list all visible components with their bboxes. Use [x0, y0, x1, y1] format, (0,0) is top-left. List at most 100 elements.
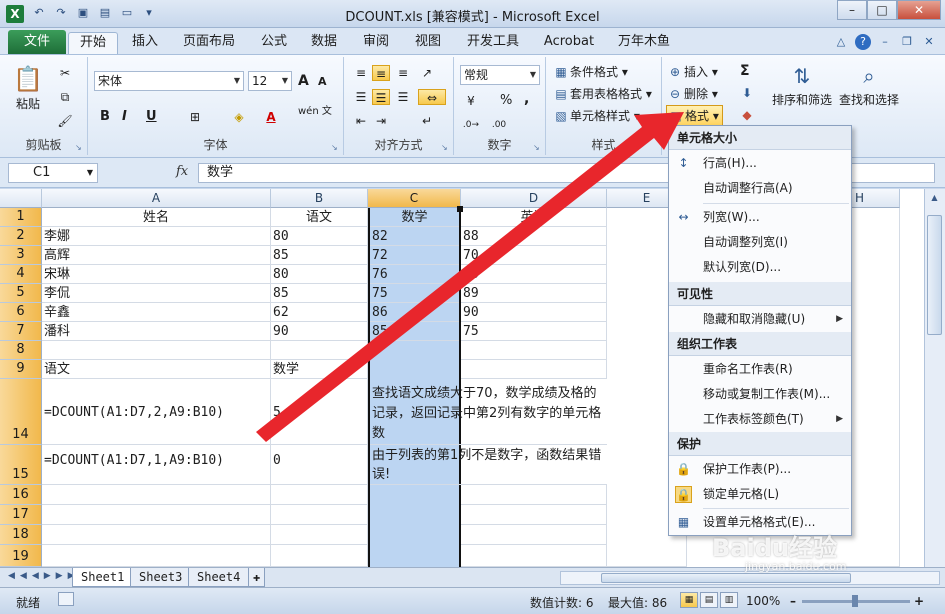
find-select-button[interactable]: ⌕ 查找和选择 [834, 61, 904, 108]
cell-b4[interactable]: 80 [271, 265, 368, 284]
grow-font-button[interactable]: A [298, 73, 309, 89]
increase-decimal-icon[interactable]: .0→ [462, 117, 480, 133]
percent-button[interactable]: % [500, 93, 512, 108]
column-header-d[interactable]: D [461, 189, 607, 208]
cell-d6[interactable]: 90 [461, 303, 607, 322]
cell-c7[interactable]: 85 [370, 322, 459, 341]
name-box[interactable]: C1 ▼ [8, 163, 98, 183]
horizontal-scrollbar[interactable] [560, 571, 940, 585]
fill-color-icon[interactable]: ◈ [230, 109, 248, 125]
sort-filter-button[interactable]: ⇅ 排序和筛选 [770, 61, 834, 108]
conditional-format-button[interactable]: ▦ 条件格式 ▾ [552, 63, 628, 80]
scroll-up-icon[interactable]: ▲ [927, 193, 942, 207]
tab-view[interactable]: 视图 [408, 32, 448, 54]
cell-b18[interactable] [271, 525, 368, 545]
cell-b6[interactable]: 62 [271, 303, 368, 322]
tab-data[interactable]: 数据 [304, 32, 344, 54]
cell-a1[interactable]: 姓名 [42, 208, 271, 227]
cell-d5[interactable]: 89 [461, 284, 607, 303]
cell-a2[interactable]: 李娜 [42, 227, 271, 246]
cell-d19[interactable] [461, 545, 607, 567]
comma-button[interactable]: , [524, 91, 529, 107]
cell-c14[interactable]: 查找语文成绩大于70，数学成绩及格的记录，返回记录中第2列有数字的单元格数 [370, 383, 607, 445]
tab-review[interactable]: 审阅 [356, 32, 396, 54]
minimize-button[interactable]: – [837, 0, 867, 20]
menu-item-tab-color[interactable]: 工作表标签颜色(T) ▶ [669, 407, 851, 432]
paste-button[interactable]: 📋 粘贴 [10, 63, 46, 117]
cell-d3[interactable]: 70 [461, 246, 607, 265]
doc-restore-icon[interactable]: ❐ [899, 34, 915, 50]
cell-c5[interactable]: 75 [370, 284, 459, 303]
cell-c4[interactable]: 76 [370, 265, 459, 284]
row-header-2[interactable]: 2 [0, 227, 42, 246]
cut-icon[interactable]: ✂ [56, 65, 74, 81]
menu-item-lock-cell[interactable]: 🔒 锁定单元格(L) [669, 482, 851, 507]
cell-a14[interactable]: =DCOUNT(A1:D7,2,A9:B10) [42, 379, 271, 445]
cell-b9[interactable]: 数学 [271, 360, 368, 379]
tab-wannian-muyu[interactable]: 万年木鱼 [612, 32, 676, 54]
align-top-icon[interactable]: ≡ [352, 65, 370, 81]
tab-developer[interactable]: 开发工具 [460, 32, 526, 54]
cell-c6[interactable]: 86 [370, 303, 459, 322]
row-header-4[interactable]: 4 [0, 265, 42, 284]
cell-a19[interactable] [42, 545, 271, 567]
borders-icon[interactable]: ⊞ [186, 109, 204, 125]
orientation-icon[interactable]: ↗ [418, 65, 436, 81]
doc-minimize-icon[interactable]: – [877, 34, 893, 50]
align-bottom-icon[interactable]: ≡ [394, 65, 412, 81]
cell-d2[interactable]: 88 [461, 227, 607, 246]
new-file-icon[interactable]: ▤ [96, 4, 114, 22]
cell-styles-button[interactable]: ▧ 单元格样式 ▾ [552, 107, 640, 124]
copy-icon[interactable]: ⧉ [56, 89, 74, 105]
merge-center-icon[interactable]: ⇔ [418, 89, 446, 105]
row-header-19[interactable]: 19 [0, 545, 42, 567]
align-middle-icon[interactable]: ≡ [372, 65, 390, 81]
tab-insert[interactable]: 插入 [124, 32, 166, 54]
cell-d9[interactable] [461, 360, 607, 379]
zoom-level[interactable]: 100% [746, 594, 780, 608]
customize-qat-icon[interactable]: ▾ [140, 4, 158, 22]
cell-b5[interactable]: 85 [271, 284, 368, 303]
cell-a7[interactable]: 潘科 [42, 322, 271, 341]
redo-icon[interactable]: ↷ [52, 4, 70, 22]
delete-button[interactable]: ⊖ 删除 ▾ [666, 85, 718, 102]
tab-home[interactable]: 开始 [68, 32, 118, 54]
sheet-tab-sheet4[interactable]: Sheet4 [188, 568, 250, 587]
insert-function-button[interactable]: fx [176, 164, 188, 179]
cell-b14[interactable]: 5 [271, 379, 368, 445]
page-break-view-icon[interactable]: ▥ [720, 592, 738, 608]
row-header-18[interactable]: 18 [0, 525, 42, 545]
row-header-9[interactable]: 9 [0, 360, 42, 379]
zoom-in-icon[interactable]: + [914, 594, 924, 608]
autosum-button[interactable]: Σ [740, 63, 750, 79]
font-color-icon[interactable]: A [262, 109, 280, 125]
cell-a9[interactable]: 语文 [42, 360, 271, 379]
maximize-button[interactable]: □ [867, 0, 897, 20]
underline-button[interactable]: U [146, 109, 157, 124]
cell-d7[interactable]: 75 [461, 322, 607, 341]
cell-a5[interactable]: 李侃 [42, 284, 271, 303]
doc-close-icon[interactable]: ✕ [921, 34, 937, 50]
number-launcher-icon[interactable]: ↘ [533, 143, 542, 152]
vertical-scrollbar[interactable]: ▲ [924, 189, 945, 567]
alignment-launcher-icon[interactable]: ↘ [441, 143, 450, 152]
phonetic-button[interactable]: wén 文 [298, 107, 332, 117]
cell-b19[interactable] [271, 545, 368, 567]
normal-view-icon[interactable]: ▦ [680, 592, 698, 608]
row-header-16[interactable]: 16 [0, 485, 42, 505]
font-name-combo[interactable]: 宋体 ▼ [94, 71, 244, 91]
row-header-17[interactable]: 17 [0, 505, 42, 525]
cell-d8[interactable] [461, 341, 607, 360]
tab-formulas[interactable]: 公式 [254, 32, 294, 54]
open-folder-icon[interactable]: ▭ [118, 4, 136, 22]
bold-button[interactable]: B [100, 109, 110, 124]
cell-c2[interactable]: 82 [370, 227, 459, 246]
font-launcher-icon[interactable]: ↘ [331, 143, 340, 152]
cell-b7[interactable]: 90 [271, 322, 368, 341]
cell-d4[interactable]: 83 [461, 265, 607, 284]
align-right-icon[interactable]: ☰ [394, 89, 412, 105]
cell-a15[interactable]: =DCOUNT(A1:D7,1,A9:B10) [42, 445, 271, 485]
currency-icon[interactable]: ¥ [462, 93, 480, 109]
cell-a6[interactable]: 辛鑫 [42, 303, 271, 322]
cell-d16[interactable] [461, 485, 607, 505]
